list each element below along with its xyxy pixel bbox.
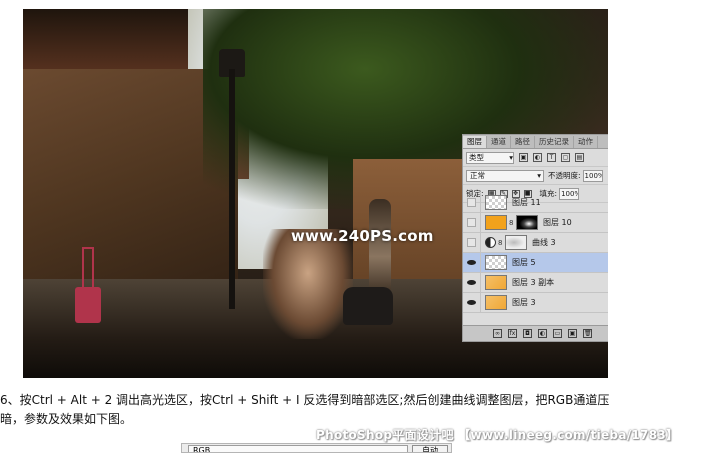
curves-adjustment-icon: [485, 237, 496, 248]
layer-filter-select[interactable]: 类型 ▾: [466, 151, 514, 164]
layer-row[interactable]: 图层 11: [463, 192, 608, 213]
layer-name: 图层 11: [512, 198, 541, 207]
chain-link-icon: 8: [498, 238, 503, 247]
suitcase: [75, 287, 101, 323]
hidden-eye-icon: [467, 218, 476, 227]
tab-actions[interactable]: 动作: [574, 136, 598, 148]
layer-thumbnail: [485, 195, 507, 210]
panel-tabs: 图层 通道 路径 历史记录 动作: [463, 135, 608, 149]
site-watermark: www.240PS.com: [291, 227, 434, 245]
add-mask-icon[interactable]: ◘: [523, 329, 532, 338]
panel-footer: ∞ fx ◘ ◐ ▭ ▣ 🗑: [463, 325, 608, 341]
blend-mode-select[interactable]: 正常 ▾: [466, 169, 544, 182]
layer-row[interactable]: 图层 3: [463, 292, 608, 313]
curves-dialog: RGB 自动: [181, 443, 452, 453]
visibility-toggle[interactable]: [463, 192, 481, 213]
new-adjustment-icon[interactable]: ◐: [538, 329, 547, 338]
hidden-eye-icon: [467, 198, 476, 207]
layers-panel: 图层 通道 路径 历史记录 动作 类型 ▾ ▣ ◐ T ▢ ▤ 正常 ▾ 不透明…: [462, 134, 608, 342]
pixel-filter-icon[interactable]: ▣: [519, 153, 528, 162]
visibility-toggle[interactable]: [463, 252, 481, 273]
channel-select[interactable]: RGB: [188, 445, 408, 452]
eye-icon: [467, 280, 476, 285]
opacity-input[interactable]: 100%: [582, 169, 603, 182]
visibility-toggle[interactable]: [463, 212, 481, 233]
trash-icon[interactable]: 🗑: [583, 329, 592, 338]
standing-person: [369, 199, 391, 295]
fx-icon[interactable]: fx: [508, 329, 517, 338]
layer-mask-thumbnail: [516, 215, 538, 230]
crouching-girl: [263, 229, 353, 339]
new-layer-icon[interactable]: ▣: [568, 329, 577, 338]
layer-row[interactable]: 8 曲线 3: [463, 232, 608, 253]
layer-name: 图层 3: [512, 298, 536, 307]
chevron-down-icon: ▾: [537, 170, 541, 180]
opacity-label: 不透明度:: [548, 171, 581, 180]
tab-history[interactable]: 历史记录: [535, 136, 574, 148]
new-group-icon[interactable]: ▭: [553, 329, 562, 338]
layer-name: 图层 3 副本: [512, 278, 555, 287]
eye-icon: [467, 300, 476, 305]
eye-icon: [467, 260, 476, 265]
step-caption: 6、按Ctrl + Alt + 2 调出高光选区，按Ctrl + Shift +…: [0, 393, 610, 426]
visibility-toggle[interactable]: [463, 292, 481, 313]
layer-name: 图层 10: [543, 218, 572, 227]
chevron-down-icon: ▾: [509, 152, 513, 162]
layer-name: 图层 5: [512, 258, 536, 267]
layer-row-selected[interactable]: 图层 5: [463, 252, 608, 273]
layer-row[interactable]: 8 图层 10: [463, 212, 608, 233]
layer-name: 曲线 3: [532, 238, 556, 247]
layer-thumbnail: [485, 295, 507, 310]
tab-layers[interactable]: 图层: [463, 136, 487, 148]
chain-link-icon: 8: [509, 218, 514, 227]
blend-row: 正常 ▾ 不透明度: 100%: [463, 167, 608, 185]
blend-mode-value: 正常: [470, 170, 485, 180]
street-lamp-post: [229, 69, 235, 309]
smart-object-filter-icon[interactable]: ▤: [575, 153, 584, 162]
layer-thumbnail: [485, 215, 507, 230]
hidden-eye-icon: [467, 238, 476, 247]
link-layers-icon[interactable]: ∞: [493, 329, 502, 338]
filter-row: 类型 ▾ ▣ ◐ T ▢ ▤: [463, 149, 608, 167]
layer-thumbnail: [485, 275, 507, 290]
layer-row[interactable]: 图层 3 副本: [463, 272, 608, 293]
suitcase-handle: [82, 247, 94, 289]
layer-list: 图层 11 8 图层 10 8 曲线 3 图层 5 图层 3 副本 图层 3: [463, 192, 608, 313]
tab-paths[interactable]: 路径: [511, 136, 535, 148]
auto-button[interactable]: 自动: [412, 445, 448, 452]
visibility-toggle[interactable]: [463, 232, 481, 253]
layer-mask-thumbnail: [505, 235, 527, 250]
type-filter-icon[interactable]: T: [547, 153, 556, 162]
filter-label: 类型: [469, 152, 484, 162]
tab-channels[interactable]: 通道: [487, 136, 511, 148]
shape-filter-icon[interactable]: ▢: [561, 153, 570, 162]
layer-thumbnail: [485, 255, 507, 270]
visibility-toggle[interactable]: [463, 272, 481, 293]
backpack: [343, 287, 393, 325]
forum-watermark: PhotoShop平面设计吧 【www.lineeg.com/tieba/178…: [316, 428, 679, 442]
adjustment-filter-icon[interactable]: ◐: [533, 153, 542, 162]
